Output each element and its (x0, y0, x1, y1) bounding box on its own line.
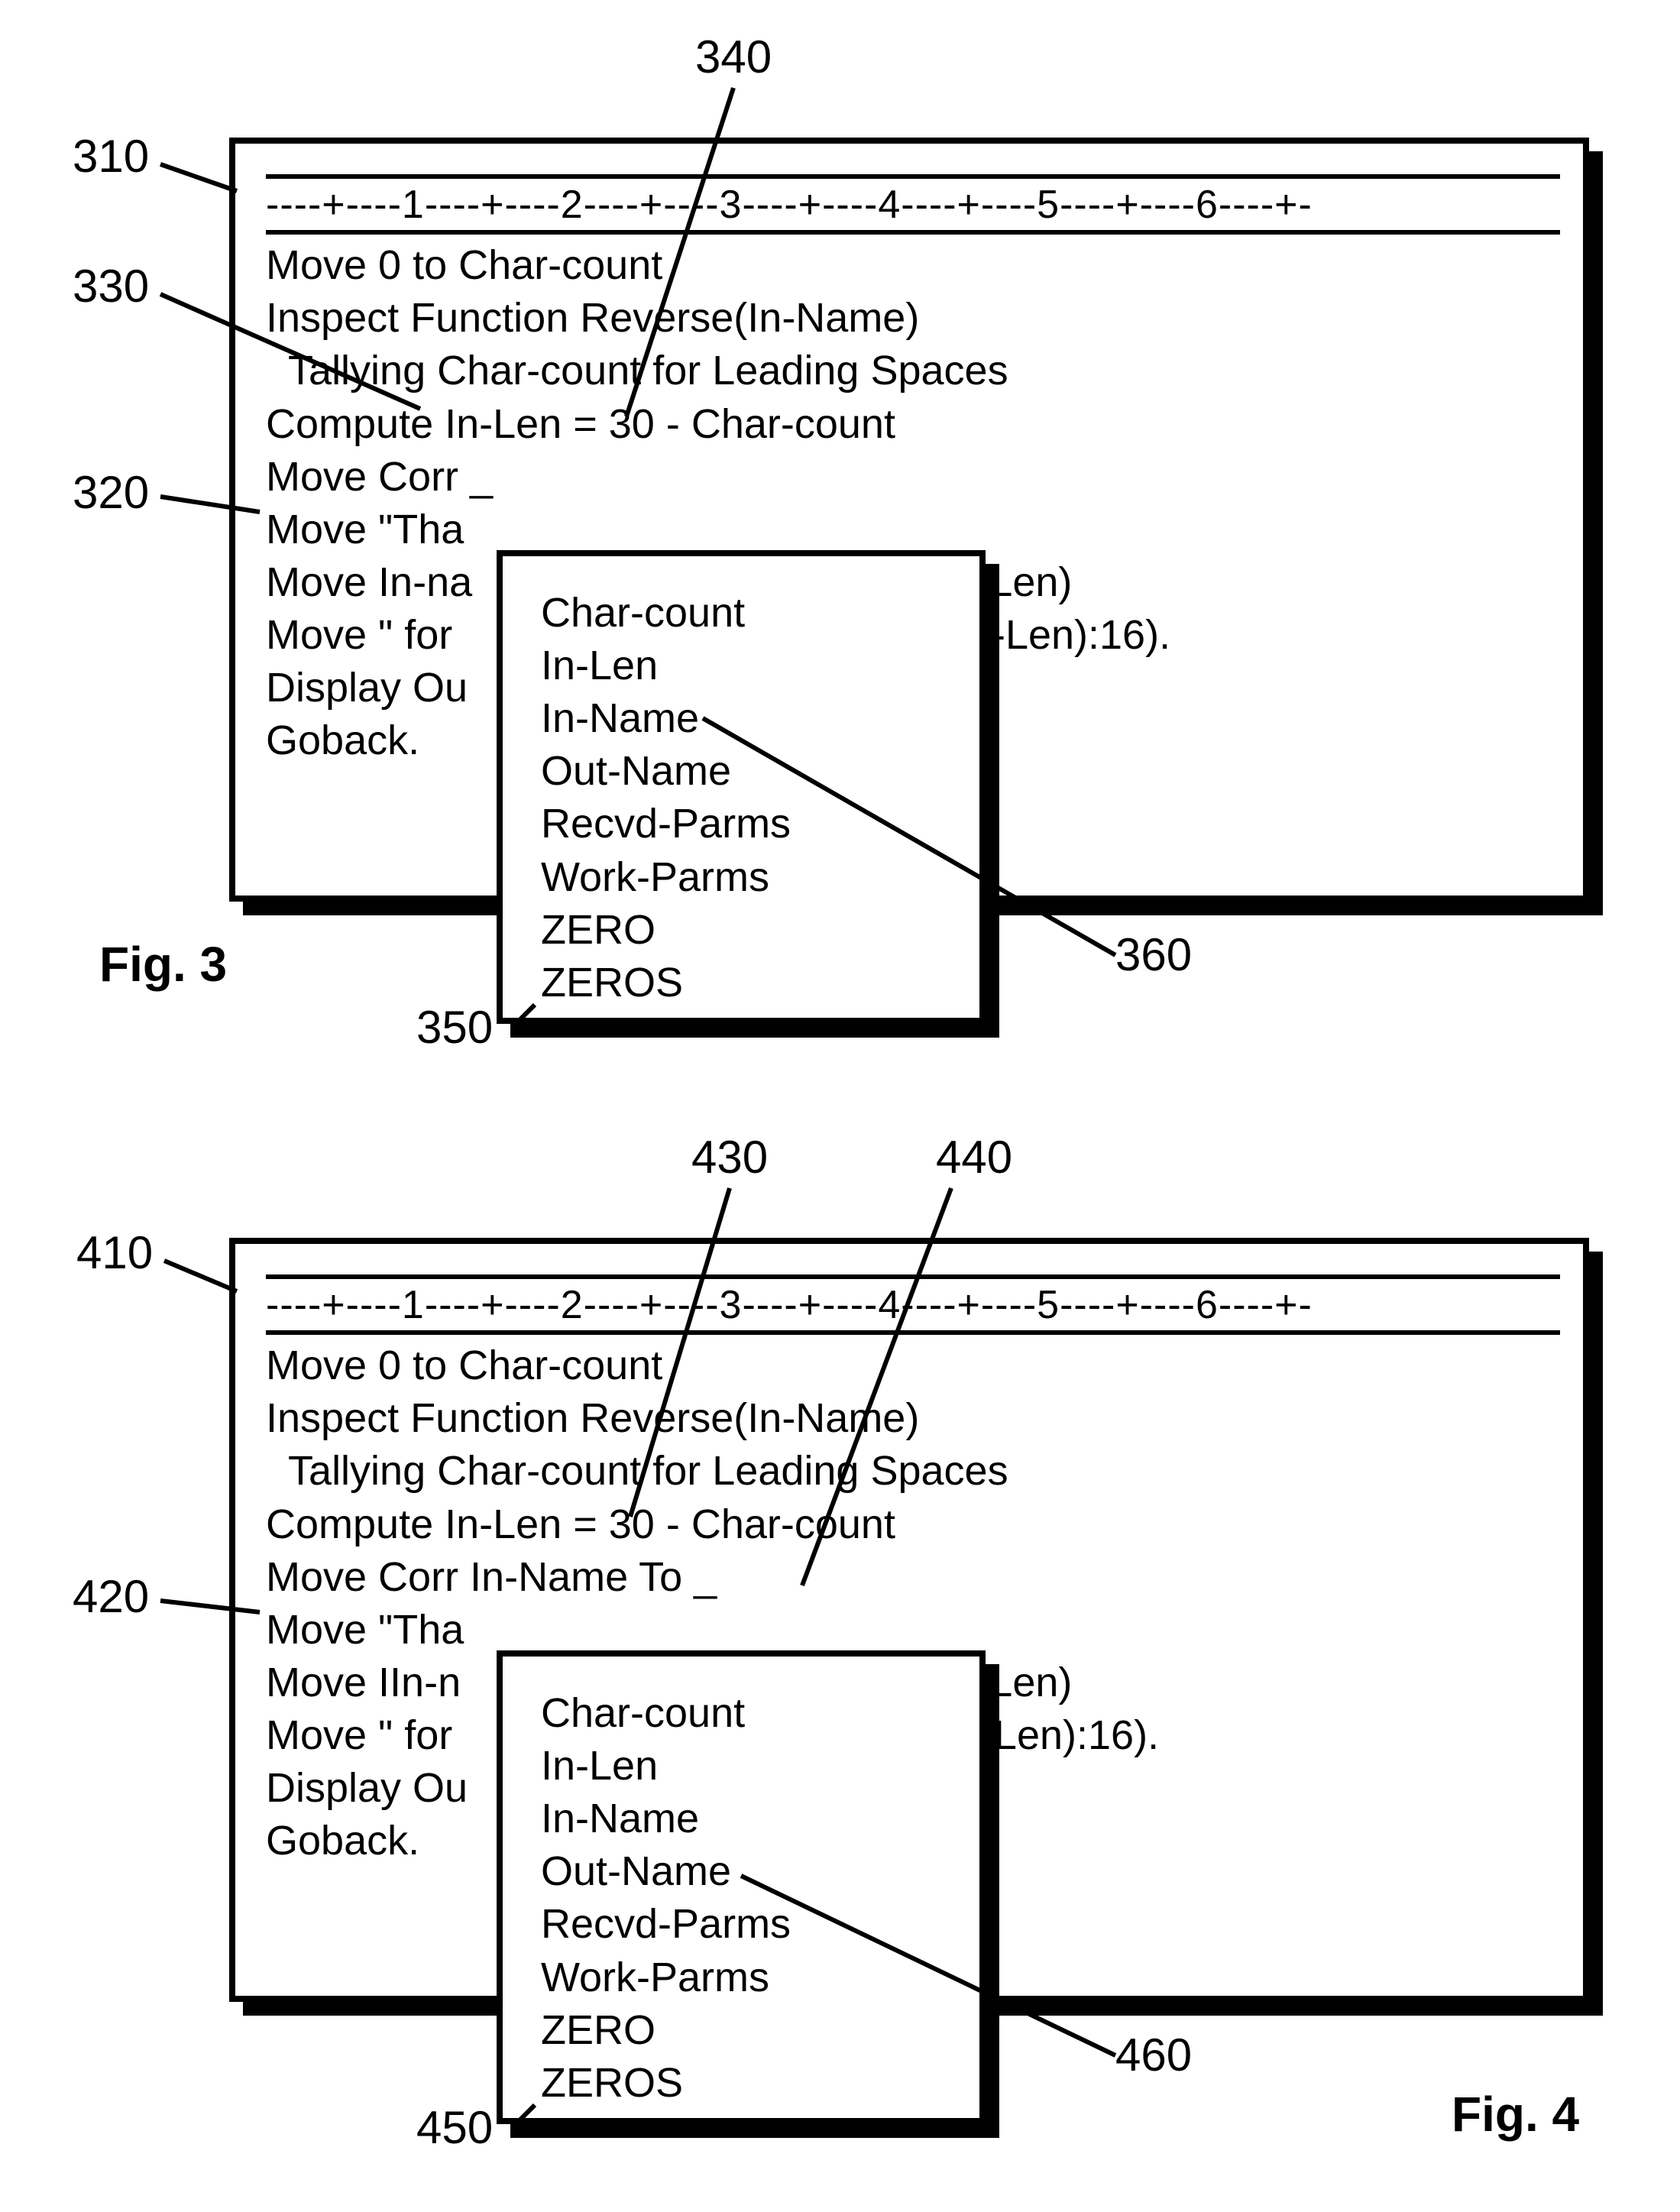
fig4-code-2[interactable]: Tallying Char-count for Leading Spaces (266, 1445, 1560, 1498)
fig4-rule-bottom (266, 1330, 1560, 1335)
fig3-code-5[interactable]: Move "Tha (266, 504, 1560, 556)
fig4-rule-top (266, 1274, 1560, 1279)
fig3-popup-item-7[interactable]: ZEROS (541, 957, 949, 1009)
fig3-ruler: ----+----1----+----2----+----3----+----4… (266, 183, 1560, 227)
fig3-popup-item-5[interactable]: Work-Parms (541, 851, 949, 904)
fig4-popup-item-5[interactable]: Work-Parms (541, 1951, 949, 2004)
callout-440: 440 (936, 1131, 1012, 1184)
fig3-popup-item-0[interactable]: Char-count (541, 587, 949, 640)
fig3-code-3[interactable]: Compute In-Len = 30 - Char-count (266, 398, 1560, 451)
fig4-label: Fig. 4 (1452, 2086, 1579, 2142)
fig3-label: Fig. 3 (99, 936, 227, 993)
callout-340: 340 (695, 31, 772, 83)
callout-330: 330 (73, 260, 149, 313)
callout-310: 310 (73, 130, 149, 183)
fig3-popup-item-3[interactable]: Out-Name (541, 745, 949, 798)
fig4-popup-item-4[interactable]: Recvd-Parms (541, 1898, 949, 1951)
fig4-code-1[interactable]: Inspect Function Reverse(In-Name) (266, 1392, 1560, 1445)
callout-420: 420 (73, 1570, 149, 1623)
fig3-rule-bottom (266, 230, 1560, 235)
fig4-ruler: ----+----1----+----2----+----3----+----4… (266, 1284, 1560, 1327)
page: ----+----1----+----2----+----3----+----4… (0, 0, 1680, 2212)
fig4-code-4[interactable]: Move Corr In-Name To _ (266, 1551, 1560, 1604)
fig3-code-1[interactable]: Inspect Function Reverse(In-Name) (266, 292, 1560, 345)
fig3-rule-top (266, 174, 1560, 179)
callout-320: 320 (73, 466, 149, 519)
fig3-code-0[interactable]: Move 0 to Char-count (266, 239, 1560, 292)
fig4-autocomplete-popup: Char-count In-Len In-Name Out-Name Recvd… (497, 1650, 986, 2124)
fig3-popup-item-6[interactable]: ZERO (541, 904, 949, 957)
fig4-popup-item-2[interactable]: In-Name (541, 1793, 949, 1845)
callout-450: 450 (416, 2101, 493, 2154)
callout-410: 410 (76, 1226, 153, 1279)
fig4-code-5[interactable]: Move "Tha (266, 1604, 1560, 1657)
fig4-popup-item-0[interactable]: Char-count (541, 1687, 949, 1740)
fig3-popup-item-2[interactable]: In-Name (541, 692, 949, 745)
callout-430: 430 (691, 1131, 768, 1184)
fig4-code-0[interactable]: Move 0 to Char-count (266, 1339, 1560, 1392)
callout-350: 350 (416, 1001, 493, 1054)
fig4-popup-item-3[interactable]: Out-Name (541, 1845, 949, 1898)
fig4-popup-item-7[interactable]: ZEROS (541, 2057, 949, 2110)
fig4-popup-item-1[interactable]: In-Len (541, 1740, 949, 1793)
fig4-popup-item-6[interactable]: ZERO (541, 2004, 949, 2057)
fig3-popup-item-4[interactable]: Recvd-Parms (541, 798, 949, 850)
fig4-code-3[interactable]: Compute In-Len = 30 - Char-count (266, 1498, 1560, 1551)
callout-460: 460 (1115, 2029, 1192, 2081)
fig3-popup-item-1[interactable]: In-Len (541, 640, 949, 692)
fig3-code-2[interactable]: Tallying Char-count for Leading Spaces (266, 345, 1560, 397)
callout-360: 360 (1115, 928, 1192, 981)
fig3-autocomplete-popup: Char-count In-Len In-Name Out-Name Recvd… (497, 550, 986, 1024)
fig3-code-4[interactable]: Move Corr _ (266, 451, 1560, 504)
